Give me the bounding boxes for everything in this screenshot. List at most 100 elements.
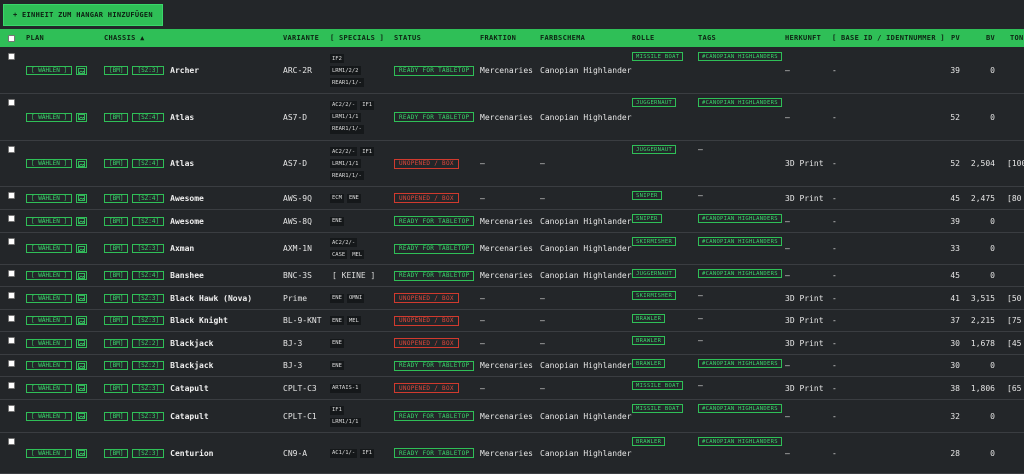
tag-chip[interactable]: #CANOPIAN HIGHLANDERS xyxy=(698,359,782,368)
select-button[interactable]: [ WÄHLEN ] xyxy=(26,448,73,458)
row-checkbox[interactable] xyxy=(8,315,15,322)
bm-button[interactable]: [BM] xyxy=(104,383,129,393)
image-icon[interactable] xyxy=(76,244,88,253)
row-checkbox[interactable] xyxy=(8,337,15,344)
status-badge[interactable]: READY FOR TABLETOP xyxy=(394,448,475,458)
chassis-name[interactable]: Atlas xyxy=(170,113,194,122)
select-button[interactable]: [ WÄHLEN ] xyxy=(26,193,73,203)
image-icon[interactable] xyxy=(76,66,88,75)
image-icon[interactable] xyxy=(76,293,88,303)
bm-button[interactable]: [BM] xyxy=(104,271,129,280)
tag-chip[interactable]: #CANOPIAN HIGHLANDERS xyxy=(698,214,782,223)
tag-chip[interactable]: #CANOPIAN HIGHLANDERS xyxy=(698,52,782,61)
chassis-name[interactable]: Centurion xyxy=(170,449,213,458)
row-checkbox[interactable] xyxy=(8,405,15,412)
bm-button[interactable]: [BM] xyxy=(104,293,129,303)
bm-button[interactable]: [BM] xyxy=(104,411,129,421)
chassis-name[interactable]: Catapult xyxy=(170,412,209,421)
status-badge[interactable]: READY FOR TABLETOP xyxy=(394,360,475,371)
bm-button[interactable]: [BM] xyxy=(104,316,129,325)
chassis-name[interactable]: Atlas xyxy=(170,159,194,168)
status-badge[interactable]: UNOPENED / BOX xyxy=(394,383,459,393)
select-button[interactable]: [ WÄHLEN ] xyxy=(26,216,73,226)
col-bv[interactable]: BV xyxy=(986,29,995,47)
row-checkbox[interactable] xyxy=(8,238,15,245)
select-button[interactable]: [ WÄHLEN ] xyxy=(26,338,73,348)
chassis-name[interactable]: Blackjack xyxy=(170,339,213,348)
tag-chip[interactable]: #CANOPIAN HIGHLANDERS xyxy=(698,269,782,278)
chassis-name[interactable]: Awesome xyxy=(170,217,204,226)
status-badge[interactable]: UNOPENED / BOX xyxy=(394,293,459,303)
image-icon[interactable] xyxy=(76,411,88,421)
select-button[interactable]: [ WÄHLEN ] xyxy=(26,112,73,122)
row-checkbox[interactable] xyxy=(8,438,15,445)
chassis-name[interactable]: Black Knight xyxy=(170,316,228,325)
image-icon[interactable] xyxy=(76,159,88,168)
select-button[interactable]: [ WÄHLEN ] xyxy=(26,361,73,370)
bm-button[interactable]: [BM] xyxy=(104,216,129,226)
col-specials[interactable]: [ SPECIALS ] xyxy=(330,29,384,47)
tag-chip[interactable]: #CANOPIAN HIGHLANDERS xyxy=(698,437,782,446)
image-icon[interactable] xyxy=(76,193,88,203)
image-icon[interactable] xyxy=(76,383,88,393)
row-checkbox[interactable] xyxy=(8,215,15,222)
image-icon[interactable] xyxy=(76,271,88,280)
bm-button[interactable]: [BM] xyxy=(104,361,129,370)
row-checkbox[interactable] xyxy=(8,292,15,299)
status-badge[interactable]: READY FOR TABLETOP xyxy=(394,270,475,281)
status-badge[interactable]: UNOPENED / BOX xyxy=(394,315,459,326)
image-icon[interactable] xyxy=(76,448,88,458)
status-badge[interactable]: UNOPENED / BOX xyxy=(394,338,459,348)
image-icon[interactable] xyxy=(76,316,88,325)
status-badge[interactable]: READY FOR TABLETOP xyxy=(394,216,475,226)
col-tonnage[interactable]: TON xyxy=(1010,29,1024,47)
chassis-name[interactable]: Blackjack xyxy=(170,361,213,370)
col-fraktion[interactable]: FRAKTION xyxy=(480,29,516,47)
row-checkbox[interactable] xyxy=(8,270,15,277)
row-checkbox[interactable] xyxy=(8,360,15,367)
image-icon[interactable] xyxy=(76,112,88,122)
row-checkbox[interactable] xyxy=(8,99,15,106)
image-icon[interactable] xyxy=(76,338,88,348)
add-unit-button[interactable]: + EINHEIT ZUM HANGAR HINZUFÜGEN xyxy=(3,4,163,26)
col-base-id[interactable]: [ BASE ID / IDENTNUMMER ] xyxy=(832,29,945,47)
col-tags[interactable]: TAGS xyxy=(698,29,716,47)
row-checkbox[interactable] xyxy=(8,192,15,199)
row-checkbox[interactable] xyxy=(8,382,15,389)
bm-button[interactable]: [BM] xyxy=(104,448,129,458)
chassis-name[interactable]: Banshee xyxy=(170,271,204,280)
bm-button[interactable]: [BM] xyxy=(104,338,129,348)
col-status[interactable]: STATUS xyxy=(394,29,421,47)
col-chassis[interactable]: CHASSIS ▲ xyxy=(104,29,145,47)
select-button[interactable]: [ WÄHLEN ] xyxy=(26,383,73,393)
chassis-name[interactable]: Black Hawk (Nova) xyxy=(170,294,252,303)
select-button[interactable]: [ WÄHLEN ] xyxy=(26,411,73,421)
status-badge[interactable]: UNOPENED / BOX xyxy=(394,158,459,169)
select-button[interactable]: [ WÄHLEN ] xyxy=(26,293,73,303)
status-badge[interactable]: READY FOR TABLETOP xyxy=(394,411,475,421)
status-badge[interactable]: UNOPENED / BOX xyxy=(394,193,459,203)
tag-chip[interactable]: #CANOPIAN HIGHLANDERS xyxy=(698,404,782,413)
select-all-checkbox[interactable] xyxy=(8,29,15,47)
col-rolle[interactable]: ROLLE xyxy=(632,29,655,47)
tag-chip[interactable]: #CANOPIAN HIGHLANDERS xyxy=(698,237,782,246)
bm-button[interactable]: [BM] xyxy=(104,112,129,122)
col-farbschema[interactable]: FARBSCHEMA xyxy=(540,29,585,47)
chassis-name[interactable]: Awesome xyxy=(170,194,204,203)
col-herkunft[interactable]: HERKUNFT xyxy=(785,29,821,47)
image-icon[interactable] xyxy=(76,216,88,226)
bm-button[interactable]: [BM] xyxy=(104,244,129,253)
select-button[interactable]: [ WÄHLEN ] xyxy=(26,159,73,168)
col-pv[interactable]: PV xyxy=(951,29,960,47)
tag-chip[interactable]: #CANOPIAN HIGHLANDERS xyxy=(698,98,782,107)
select-button[interactable]: [ WÄHLEN ] xyxy=(26,316,73,325)
select-button[interactable]: [ WÄHLEN ] xyxy=(26,244,73,253)
bm-button[interactable]: [BM] xyxy=(104,66,129,75)
status-badge[interactable]: READY FOR TABLETOP xyxy=(394,243,475,254)
chassis-name[interactable]: Archer xyxy=(170,66,199,75)
select-button[interactable]: [ WÄHLEN ] xyxy=(26,271,73,280)
row-checkbox[interactable] xyxy=(8,53,15,60)
row-checkbox[interactable] xyxy=(8,146,15,153)
bm-button[interactable]: [BM] xyxy=(104,193,129,203)
col-variante[interactable]: VARIANTE xyxy=(283,29,319,47)
